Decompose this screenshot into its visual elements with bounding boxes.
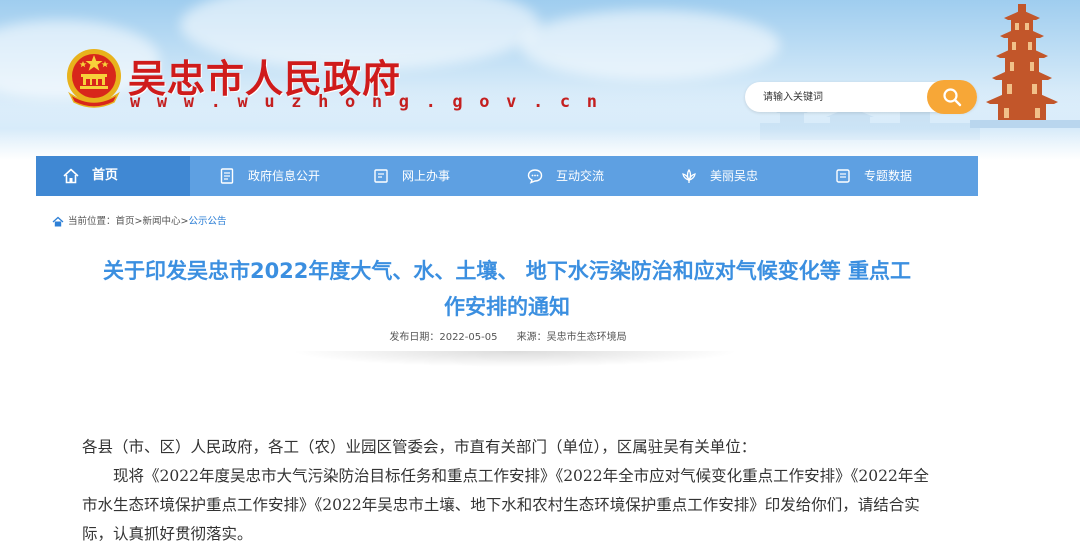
document-icon (220, 168, 234, 184)
breadcrumb-item-home[interactable]: 首页 (116, 216, 135, 227)
search-icon (943, 88, 962, 107)
article-body: 各县（市、区）人民政府，各工（农）业园区管委会，市直有关部门（单位），区属驻吴有… (82, 433, 932, 549)
breadcrumb-item-news-center[interactable]: 新闻中心 (143, 216, 181, 227)
article-meta: 发布日期：2022-05-05 来源：吴忠市生态环境局 (0, 328, 1016, 343)
nav-label: 专题数据 (864, 169, 913, 183)
pagoda-decoration (970, 4, 1080, 128)
data-icon (836, 169, 850, 183)
nav-label: 美丽吴忠 (710, 169, 759, 183)
article-title: 关于印发吴忠市2022年度大气、水、土壤、 地下水污染防治和应对气候变化等 重点… (40, 253, 974, 325)
search-button[interactable] (927, 80, 977, 114)
publish-date: 发布日期：2022-05-05 (389, 332, 498, 343)
nav-item-online-services[interactable]: 网上办事 (344, 156, 498, 196)
divider (290, 351, 740, 367)
breadcrumb-item-announcements[interactable]: 公示公告 (188, 216, 226, 227)
nav-item-interaction[interactable]: 互动交流 (498, 156, 652, 196)
folder-icon (374, 169, 388, 183)
site-header: 吴忠市人民政府 w w w . w u z h o n g . g o v . … (0, 0, 1080, 160)
national-emblem-logo (67, 49, 121, 108)
nav-label: 互动交流 (556, 169, 605, 183)
breadcrumb-prefix: 当前位置： (68, 216, 116, 227)
main-nav: 首页 政府信息公开 网上办事 互动交流 美丽吴忠 专题数据 (36, 156, 978, 196)
nav-label: 政府信息公开 (248, 169, 321, 183)
paragraph-salutation: 各县（市、区）人民政府，各工（农）业园区管委会，市直有关部门（单位），区属驻吴有… (82, 438, 757, 456)
nav-item-beautiful-wuzhong[interactable]: 美丽吴忠 (652, 156, 806, 196)
home-icon (63, 168, 79, 184)
nav-item-government-info[interactable]: 政府信息公开 (190, 156, 344, 196)
nav-label: 首页 (92, 168, 119, 183)
search-input[interactable] (763, 82, 923, 112)
lotus-icon (682, 168, 696, 183)
site-url: w w w . w u z h o n g . g o v . c n (130, 92, 601, 112)
paragraph-body: 现将《2022年度吴忠市大气污染防治目标任务和重点工作安排》《2022年全市应对… (82, 467, 929, 543)
home-icon (52, 216, 64, 227)
chat-icon (527, 169, 543, 184)
article-title-line-2: 作安排的通知 (444, 295, 570, 319)
breadcrumb-separator: > (134, 216, 143, 227)
nav-item-home[interactable]: 首页 (36, 156, 190, 196)
nav-item-topic-data[interactable]: 专题数据 (806, 156, 978, 196)
article-title-line-1: 关于印发吴忠市2022年度大气、水、土壤、 地下水污染防治和应对气候变化等 重点… (102, 259, 912, 283)
article-source: 来源：吴忠市生态环境局 (516, 332, 627, 343)
nav-label: 网上办事 (402, 169, 451, 183)
